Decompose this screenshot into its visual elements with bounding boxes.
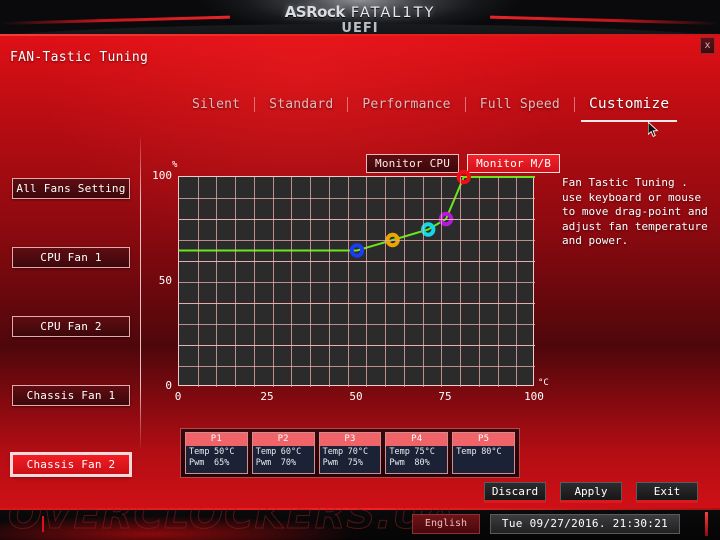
- point-temp-value[interactable]: Temp 50°C: [186, 446, 247, 457]
- close-icon[interactable]: x: [700, 37, 715, 54]
- grid-line-horizontal: [179, 219, 535, 220]
- y-tick-label: 100: [152, 169, 172, 182]
- grid-line-horizontal: [179, 198, 535, 199]
- apply-button[interactable]: Apply: [560, 482, 622, 503]
- point-box-p1[interactable]: P1 Temp 50°C Pwm 65%: [185, 432, 248, 474]
- tab-standard[interactable]: Standard: [255, 97, 347, 116]
- point-pwm-value[interactable]: Pwm 70%: [253, 457, 314, 468]
- point-temp-value[interactable]: Temp 80°C: [453, 446, 514, 457]
- point-temp-value[interactable]: Temp 70°C: [320, 446, 381, 457]
- point-pwm-value[interactable]: Pwm 80%: [386, 457, 447, 468]
- grid-line-horizontal: [179, 303, 535, 304]
- x-tick-label: 75: [438, 390, 452, 403]
- system-datetime: Tue 09/27/2016. 21:30:21: [490, 514, 680, 534]
- status-bar-accent-left: [42, 516, 44, 532]
- point-box-p2[interactable]: P2 Temp 60°C Pwm 70%: [251, 432, 315, 474]
- uefi-setup-screen: UEFI ASRock FATAL1TY FAN-Tastic Tuning x …: [0, 0, 720, 540]
- monitor-cpu-button[interactable]: Monitor CPU: [366, 154, 460, 173]
- y-tick-label: 50: [158, 274, 172, 287]
- grid-line-horizontal: [179, 366, 535, 367]
- point-box-p3[interactable]: P3 Temp 70°C Pwm 75%: [318, 432, 382, 474]
- sidebar-item-chassis-fan-2[interactable]: Chassis Fan 2: [12, 454, 130, 475]
- tab-silent[interactable]: Silent: [178, 97, 254, 116]
- exit-button[interactable]: Exit: [636, 482, 698, 503]
- discard-button[interactable]: Discard: [484, 482, 546, 503]
- x-tick-label: 100: [524, 390, 544, 403]
- point-temp-value[interactable]: Temp 60°C: [253, 446, 314, 457]
- help-description: Fan Tastic Tuning . use keyboard or mous…: [562, 176, 708, 247]
- chart-plot-area[interactable]: [178, 169, 535, 387]
- point-box-p5[interactable]: P5 Temp 80°C: [452, 432, 515, 474]
- x-tick-label: 0: [174, 390, 182, 403]
- grid-line-horizontal: [179, 345, 535, 346]
- x-axis-unit-label: °C: [538, 378, 549, 388]
- uefi-subtitle: UEFI: [341, 21, 379, 36]
- sidebar-item-chassis-fan-1[interactable]: Chassis Fan 1: [12, 385, 130, 406]
- point-box-p4[interactable]: P4 Temp 75°C Pwm 80%: [385, 432, 449, 474]
- grid-line-horizontal: [179, 282, 535, 283]
- fan-curve-chart: % °C 0 50 100 0 25 50 75 100: [152, 160, 549, 403]
- grid-line-horizontal: [179, 261, 535, 262]
- site-watermark: OVERCLOCKERS.UA: [7, 508, 457, 539]
- point-pwm-value[interactable]: Pwm 65%: [186, 457, 247, 468]
- language-selector[interactable]: English: [412, 514, 480, 534]
- point-box-title: P5: [453, 433, 514, 446]
- action-buttons: Discard Apply Exit: [484, 482, 698, 503]
- point-box-title: P2: [252, 433, 314, 446]
- sidebar-divider: [140, 138, 141, 448]
- mouse-cursor-icon: [648, 122, 659, 137]
- tab-performance[interactable]: Performance: [348, 97, 464, 116]
- fan-selector-sidebar: All Fans Setting CPU Fan 1 CPU Fan 2 Cha…: [0, 34, 148, 508]
- grid-line-horizontal: [179, 324, 535, 325]
- x-tick-label: 25: [260, 390, 274, 403]
- asrock-logo-text: ASRock: [284, 3, 346, 21]
- point-pwm-value[interactable]: Pwm 75%: [320, 457, 381, 468]
- point-box-title: P1: [186, 433, 247, 446]
- monitor-mb-button[interactable]: Monitor M/B: [467, 154, 561, 173]
- grid-line-horizontal: [179, 240, 535, 241]
- drag-point-value-boxes: P1 Temp 50°C Pwm 65% P2 Temp 60°C Pwm 70% P3 Temp 70…: [180, 428, 520, 478]
- sidebar-item-all-fans-setting[interactable]: All Fans Setting: [12, 178, 130, 199]
- brand-header: UEFI ASRock FATAL1TY: [0, 0, 720, 38]
- sidebar-item-cpu-fan-1[interactable]: CPU Fan 1: [12, 247, 130, 268]
- status-bar: OVERCLOCKERS.UA English Tue 09/27/2016. …: [0, 508, 720, 540]
- sidebar-item-cpu-fan-2[interactable]: CPU Fan 2: [12, 316, 130, 337]
- tab-customize[interactable]: Customize: [575, 96, 683, 122]
- point-box-title: P3: [319, 433, 381, 446]
- y-axis-unit-label: %: [172, 160, 178, 170]
- status-bar-accent-right: [705, 512, 708, 536]
- main-panel: FAN-Tastic Tuning x Silent Standard Perf…: [0, 34, 720, 508]
- point-temp-value[interactable]: Temp 75°C: [386, 446, 447, 457]
- x-tick-label: 50: [349, 390, 363, 403]
- fatality-logo-text: FATAL1TY: [350, 5, 436, 21]
- point-box-title: P4: [386, 433, 448, 446]
- tab-full-speed[interactable]: Full Speed: [466, 97, 574, 116]
- fan-profile-tabs: Silent Standard Performance Full Speed C…: [178, 96, 683, 122]
